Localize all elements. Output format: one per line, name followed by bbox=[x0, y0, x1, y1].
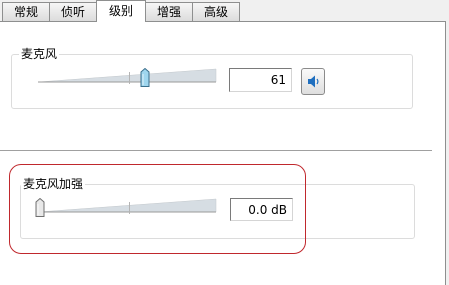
microphone-boost-slider-thumb[interactable] bbox=[35, 198, 45, 218]
tab-general[interactable]: 常规 bbox=[2, 2, 50, 21]
microphone-slider-track[interactable] bbox=[38, 68, 218, 84]
tab-levels-label: 级别 bbox=[108, 4, 133, 18]
tab-advanced[interactable]: 高级 bbox=[192, 2, 240, 21]
tab-general-label: 常规 bbox=[13, 5, 38, 19]
microphone-slider-tick bbox=[129, 72, 130, 84]
microphone-group-title: 麦克风 bbox=[19, 47, 60, 61]
microphone-slider-thumb[interactable] bbox=[140, 68, 150, 88]
tab-listen[interactable]: 侦听 bbox=[49, 2, 97, 21]
tab-strip: 常规 侦听 级别 增强 高级 bbox=[0, 0, 449, 22]
speaker-icon bbox=[308, 75, 319, 88]
microphone-level-value[interactable]: 61 bbox=[229, 68, 292, 92]
microphone-boost-slider-track[interactable] bbox=[38, 198, 218, 214]
tab-listen-label: 侦听 bbox=[60, 5, 85, 19]
tab-levels[interactable]: 级别 bbox=[96, 0, 146, 22]
tab-advanced-label: 高级 bbox=[203, 5, 228, 19]
microphone-mute-button[interactable] bbox=[301, 68, 325, 95]
levels-panel: 麦克风 61 麦克风加强 0.0 dB bbox=[0, 21, 446, 285]
microphone-boost-slider-tick bbox=[129, 202, 130, 214]
microphone-boost-group-title: 麦克风加强 bbox=[21, 177, 86, 191]
tab-enhancements-label: 增强 bbox=[156, 5, 181, 19]
microphone-boost-value[interactable]: 0.0 dB bbox=[230, 198, 293, 221]
tab-enhancements[interactable]: 增强 bbox=[145, 2, 193, 21]
section-divider bbox=[0, 150, 432, 151]
